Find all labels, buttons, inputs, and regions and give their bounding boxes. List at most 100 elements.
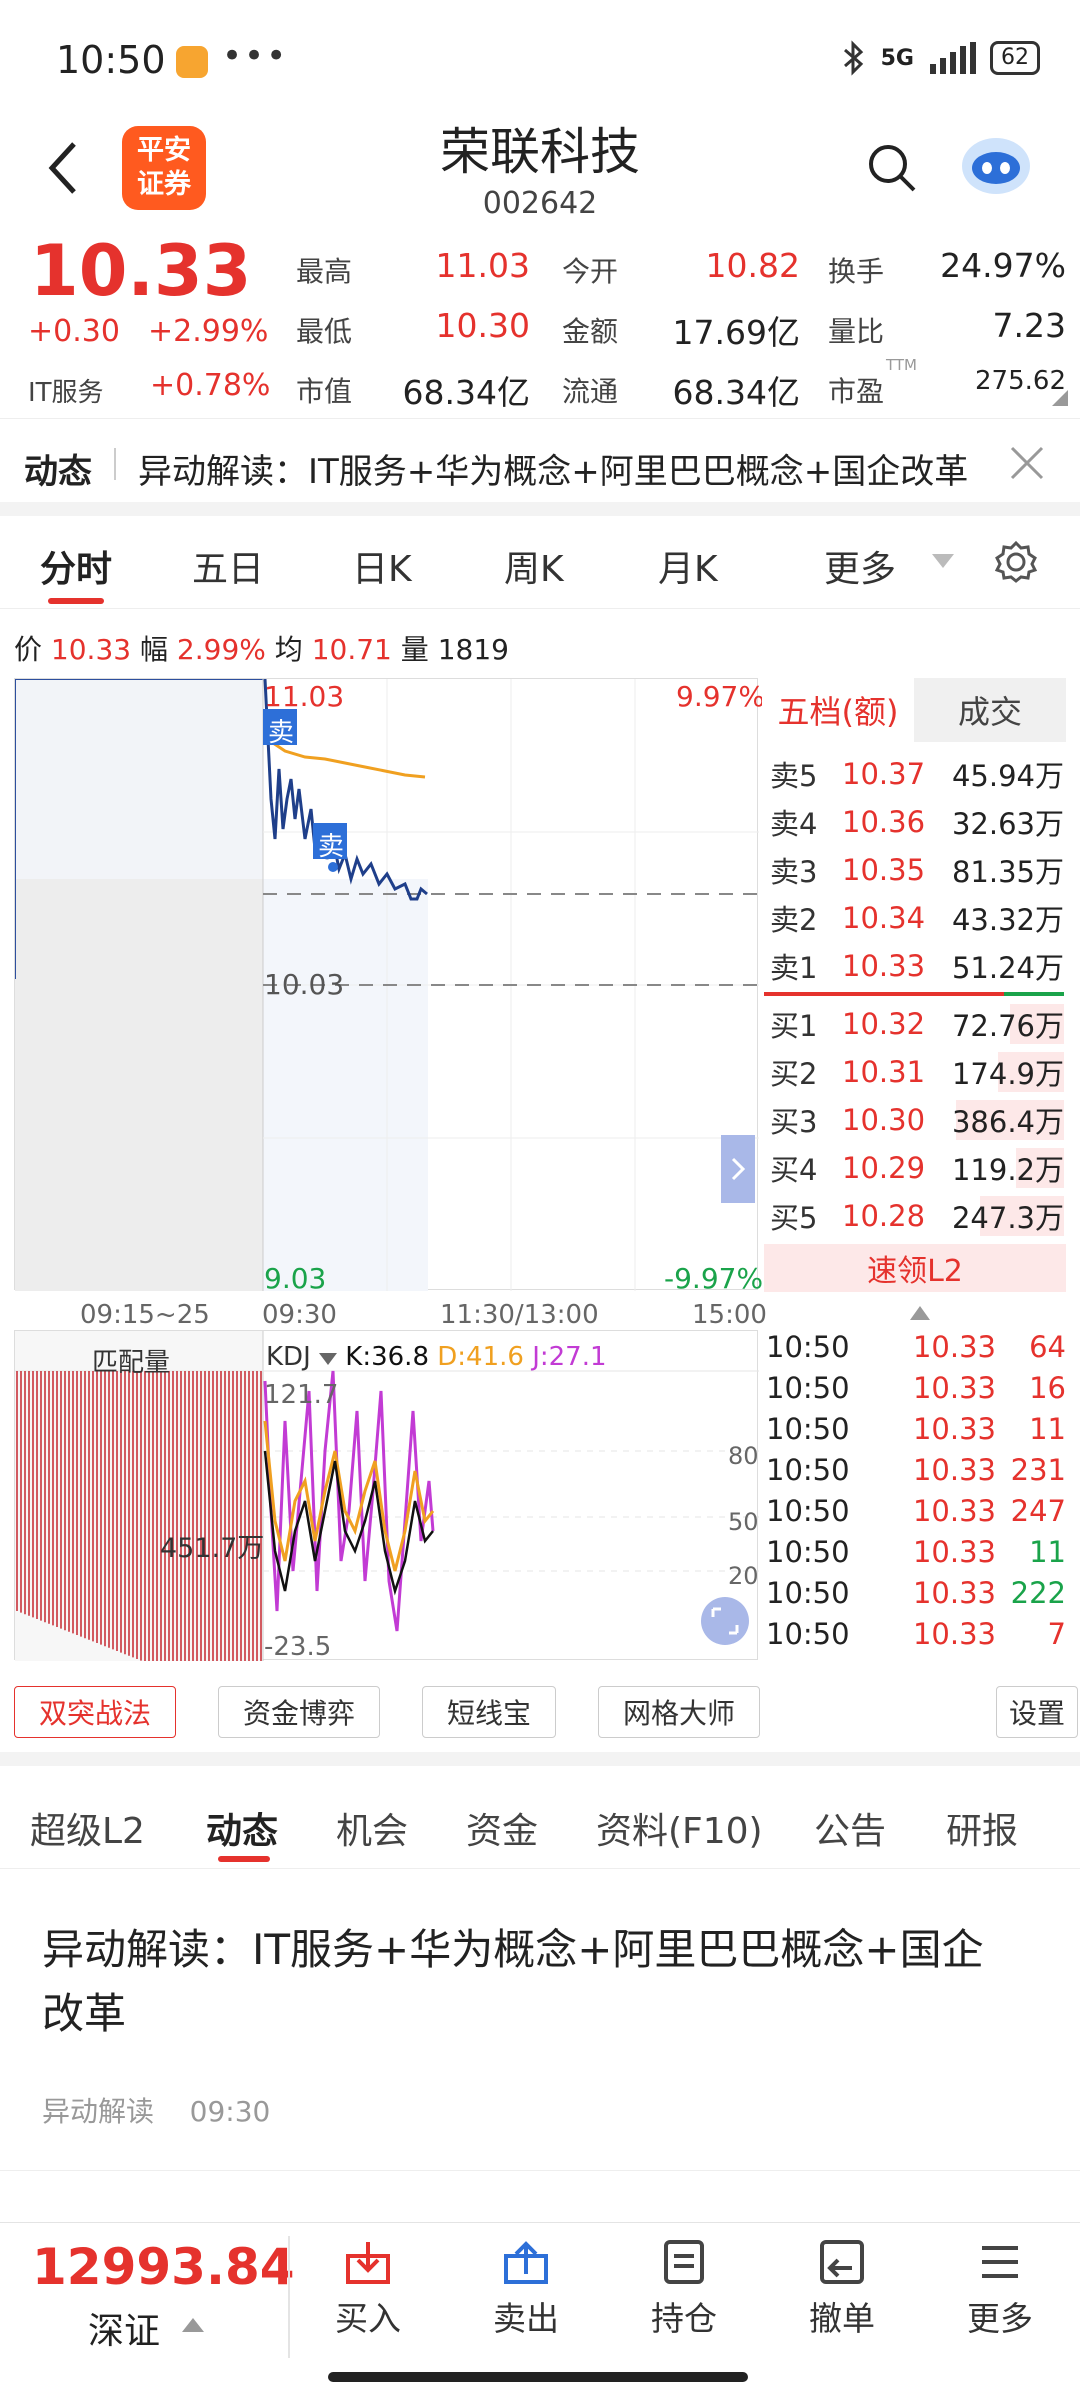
bluetooth-icon [843,40,863,76]
tab-five-level[interactable]: 五档(额) [762,678,914,742]
tabs-divider [0,608,1080,609]
tab-weekly-k[interactable]: 周K [504,540,564,592]
news-headline[interactable]: 异动解读：IT服务+华为概念+阿里巴巴概念+国企改革 [138,444,968,493]
orderbook-ask-row[interactable]: 卖2 10.34 43.32万 [770,894,1064,942]
orderbook-vol: 32.63万 [951,807,1064,841]
tab-research[interactable]: 研报 [946,1802,1018,1854]
orderbook-price: 10.35 [842,853,926,887]
sell-marker-1: 卖 [268,718,295,748]
tab-five-day[interactable]: 五日 [192,540,264,592]
positions-icon [664,2240,704,2284]
trade-volume: 16 [1029,1371,1066,1405]
intraday-chart[interactable] [14,678,759,1291]
tab-trades[interactable]: 成交 [914,678,1066,742]
assistant-robot-icon[interactable] [958,130,1034,198]
buy-button[interactable]: 买入 [308,2238,428,2340]
trade-time: 10:50 [766,1453,850,1487]
news-tag: 动态 [24,452,92,492]
trade-row: 10:50 10.33 222 [766,1576,1066,1617]
buy-label: 买入 [335,2299,401,2338]
article-title[interactable]: 异动解读：IT服务+华为概念+阿里巴巴概念+国企改革 [42,1918,1022,2046]
tab-announcements[interactable]: 公告 [814,1802,886,1854]
app-root: 10:50 ••• 5G 62 平安 证券 荣联科技 002642 10.33 +… [0,0,1080,2400]
orderbook-ask-row[interactable]: 卖5 10.37 45.94万 [770,750,1064,798]
quote-field-value: 10.82 [705,246,800,285]
corner-triangle-icon [1052,390,1068,406]
quote-field-label: 换手 [828,255,885,288]
trade-price: 10.33 [912,1412,996,1446]
kdj-bottom: -23.5 [264,1632,332,1662]
orderbook-price: 10.33 [842,949,926,983]
close-icon[interactable] [1008,444,1046,482]
orderbook-vol: 386.4万 [951,1105,1064,1139]
scroll-up-triangle-icon[interactable] [910,1306,930,1320]
orderbook-label: 买3 [770,1105,818,1139]
trade-time: 10:50 [766,1330,850,1364]
tab-monthly-k[interactable]: 月K [658,540,718,592]
tab-opportunity[interactable]: 机会 [336,1802,408,1854]
info-average: 10.71 [311,633,392,666]
trade-price: 10.33 [912,1330,996,1364]
orderbook-ask-row[interactable]: 卖1 10.33 51.24万 [770,942,1064,990]
index-switch-up-icon[interactable] [182,2318,204,2332]
tab-news[interactable]: 动态 [206,1802,278,1854]
strategy-settings[interactable]: 设置 [996,1686,1078,1738]
indicator-chevron-icon[interactable] [319,1353,338,1365]
trade-price: 10.33 [912,1617,996,1651]
search-icon[interactable] [866,142,918,194]
orderbook-price: 10.36 [842,805,926,839]
orderbook-price: 10.32 [842,1007,926,1041]
quote-field-label: 市值 [296,375,353,408]
strategy-capital-game[interactable]: 资金博弈 [218,1686,380,1738]
l2-promo-button[interactable]: 速领L2 [764,1244,1066,1292]
article-meta: 异动解读 09:30 [42,2090,270,2130]
strategy-short-line[interactable]: 短线宝 [422,1686,556,1738]
indicator-selector[interactable]: KDJ [266,1342,311,1372]
sector-name[interactable]: IT服务 [28,372,104,409]
chart-mid: 10.03 [264,968,345,1001]
sell-label: 卖出 [493,2299,559,2338]
sell-button[interactable]: 卖出 [466,2238,586,2340]
cancel-order-button[interactable]: 撤单 [782,2238,902,2340]
index-name[interactable]: 深证 [88,2302,160,2354]
more-button[interactable]: 更多 [940,2238,1060,2340]
trade-time: 10:50 [766,1535,850,1569]
indicator-chart[interactable] [14,1330,759,1681]
orderbook-bid-row[interactable]: 买5 10.28 247.3万 [770,1192,1064,1240]
tab-intraday[interactable]: 分时 [40,540,112,592]
more-menu-icon [982,2246,1018,2278]
orderbook-price: 10.28 [842,1199,926,1233]
orderbook-bid-row[interactable]: 买4 10.29 119.2万 [770,1144,1064,1192]
orderbook-vol: 43.32万 [951,903,1064,937]
tab-daily-k[interactable]: 日K [352,540,412,592]
tab-more[interactable]: 更多 [824,540,896,592]
trade-volume: 11 [1029,1412,1066,1446]
strategy-double-breakout[interactable]: 双突战法 [14,1686,176,1738]
orderbook-label: 卖3 [770,855,818,889]
orderbook-ask-row[interactable]: 卖3 10.35 81.35万 [770,846,1064,894]
orderbook-bid-row[interactable]: 买1 10.32 72.76万 [770,1000,1064,1048]
orderbook-bid-row[interactable]: 买3 10.30 386.4万 [770,1096,1064,1144]
trade-row: 10:50 10.33 11 [766,1535,1066,1576]
quote-field-value: 17.69亿 [672,313,800,352]
chevron-down-icon[interactable] [932,554,954,568]
tab-f10[interactable]: 资料(F10) [596,1802,763,1854]
tab-super-l2[interactable]: 超级L2 [30,1802,145,1854]
settings-gear-icon[interactable] [994,540,1038,584]
trade-time: 10:50 [766,1617,850,1651]
orderbook-label: 买1 [770,1009,818,1043]
tab-funds[interactable]: 资金 [466,1802,538,1854]
orderbook-bid-bar [1004,992,1064,996]
orderbook-bid-row[interactable]: 买2 10.31 174.9万 [770,1048,1064,1096]
orderbook-ask-bar [764,992,1004,996]
positions-button[interactable]: 持仓 [624,2238,744,2340]
orderbook-ask-row[interactable]: 卖4 10.36 32.63万 [770,798,1064,846]
orderbook-price: 10.30 [842,1103,926,1137]
quote-field-label: 金额 [562,315,619,348]
home-indicator[interactable] [328,2372,748,2382]
kdj-j: J:27.1 [532,1342,607,1372]
strategy-grid-master[interactable]: 网格大师 [598,1686,760,1738]
orderbook-vol: 45.94万 [951,759,1064,793]
index-value[interactable]: 12993.84 [32,2238,295,2296]
info-volume: 1819 [437,633,509,666]
